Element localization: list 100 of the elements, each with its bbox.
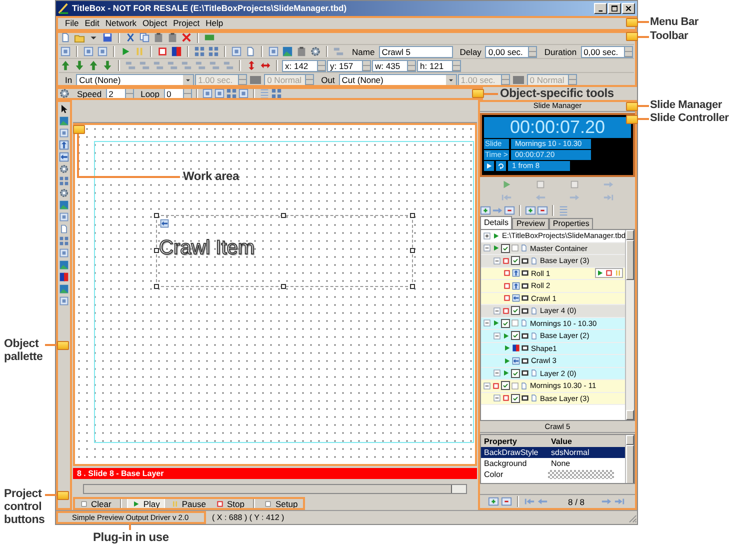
align-icon[interactable] — [223, 60, 234, 72]
square-icon[interactable] — [268, 46, 279, 58]
page-icon[interactable] — [58, 224, 68, 234]
table-row[interactable]: Color — [481, 469, 625, 480]
grid-icon[interactable] — [270, 88, 282, 100]
down-arrow-icon[interactable] — [74, 60, 85, 72]
first-icon[interactable] — [524, 496, 535, 507]
spin-button[interactable] — [407, 60, 416, 72]
spin-button[interactable] — [124, 88, 134, 100]
maximize-button[interactable] — [608, 2, 621, 14]
stop-icon[interactable] — [605, 269, 613, 278]
spin-button[interactable] — [528, 46, 538, 58]
copy-icon[interactable] — [139, 32, 150, 44]
checkbox[interactable] — [511, 394, 520, 403]
remove-icon[interactable] — [504, 205, 515, 216]
settings-icon[interactable] — [59, 88, 70, 100]
square-icon[interactable] — [60, 46, 71, 58]
crawl-icon[interactable] — [58, 152, 68, 162]
grid-icon[interactable] — [226, 88, 237, 100]
scrollbar[interactable] — [625, 230, 634, 420]
stop-icon[interactable] — [503, 294, 511, 302]
tab[interactable]: Properties — [548, 218, 594, 229]
menu-item[interactable]: File — [62, 18, 82, 28]
play-icon[interactable] — [502, 369, 510, 378]
number-field[interactable]: 0,00 sec. — [580, 46, 624, 58]
table-row[interactable]: BackDrawStyle sdsNormal — [481, 447, 625, 458]
square-icon[interactable] — [58, 212, 68, 222]
number-field[interactable]: h: 121 — [417, 60, 452, 72]
table-row[interactable]: Background None — [481, 458, 625, 469]
stop-icon[interactable] — [502, 394, 510, 402]
settings-icon[interactable] — [310, 46, 321, 58]
clipboard-icon[interactable] — [153, 32, 164, 44]
color-swatch[interactable] — [512, 76, 524, 84]
list-icon[interactable] — [558, 205, 569, 216]
square-icon[interactable] — [58, 248, 68, 258]
grid-icon[interactable] — [58, 236, 68, 246]
play-icon[interactable] — [503, 344, 511, 352]
pause-button[interactable]: Pause — [166, 498, 210, 510]
play-icon[interactable] — [596, 269, 604, 278]
checkbox[interactable] — [511, 256, 520, 266]
tab[interactable]: Details — [480, 216, 512, 229]
expand-icon[interactable] — [483, 232, 491, 240]
spin-button[interactable] — [500, 74, 510, 86]
image-icon[interactable] — [58, 284, 68, 294]
align-icon[interactable] — [333, 46, 344, 58]
settings-icon[interactable] — [58, 164, 68, 174]
square-icon[interactable] — [238, 88, 249, 100]
menu-item[interactable]: Project — [170, 18, 203, 28]
image-icon[interactable] — [58, 260, 68, 270]
shape-icon[interactable] — [171, 46, 182, 58]
collapse-icon[interactable] — [493, 332, 501, 340]
collapse-icon[interactable] — [493, 369, 501, 378]
collapse-icon[interactable] — [493, 256, 501, 265]
menu-item[interactable]: Object — [140, 18, 170, 28]
spin-button[interactable] — [305, 74, 314, 86]
text-field[interactable]: Crawl 5 — [378, 46, 453, 58]
clipboard-icon[interactable] — [167, 32, 178, 44]
align-icon[interactable] — [209, 60, 220, 72]
scrollbar[interactable] — [625, 435, 634, 483]
collapse-icon[interactable] — [493, 394, 501, 402]
clipboard-icon[interactable] — [296, 46, 307, 58]
collapse-icon[interactable] — [483, 244, 491, 252]
square-icon[interactable] — [58, 128, 68, 138]
collapse-icon[interactable] — [483, 382, 491, 390]
page-icon[interactable] — [245, 46, 256, 58]
play-icon[interactable] — [503, 356, 511, 365]
grid-icon[interactable] — [194, 46, 205, 58]
stop-icon[interactable] — [502, 306, 510, 315]
checkbox[interactable] — [501, 318, 510, 328]
up-arrow-icon[interactable] — [88, 60, 99, 72]
square-icon[interactable] — [202, 88, 213, 100]
image-icon[interactable] — [58, 200, 68, 210]
up-arrow-icon[interactable] — [60, 60, 71, 72]
stop-icon[interactable] — [503, 282, 511, 290]
remove-icon[interactable] — [501, 496, 512, 507]
close-button[interactable] — [622, 2, 635, 14]
number-field[interactable]: 0 — [164, 88, 183, 100]
number-field[interactable]: 2 — [106, 88, 125, 100]
shape-icon[interactable] — [58, 272, 68, 282]
settings-icon[interactable] — [58, 188, 68, 198]
play-icon[interactable] — [502, 332, 510, 340]
menu-item[interactable]: Edit — [82, 18, 102, 28]
page-icon[interactable] — [60, 32, 71, 44]
color-swatch[interactable] — [250, 76, 262, 84]
checkbox[interactable] — [501, 244, 510, 253]
collapse-icon[interactable] — [493, 306, 501, 315]
square-icon[interactable] — [231, 46, 242, 58]
align-icon[interactable] — [139, 60, 150, 72]
square-icon[interactable] — [568, 179, 580, 190]
collapse-icon[interactable] — [483, 319, 491, 328]
square-icon[interactable] — [214, 88, 225, 100]
square-icon[interactable] — [535, 179, 546, 190]
roll-icon[interactable] — [58, 140, 68, 150]
pointer-icon[interactable] — [58, 104, 68, 114]
scrollbar[interactable] — [83, 484, 467, 494]
scissors-icon[interactable] — [125, 32, 136, 44]
number-field[interactable]: x: 142 — [282, 60, 317, 72]
add-icon[interactable] — [525, 205, 536, 216]
play-button[interactable] — [484, 161, 494, 171]
list-icon[interactable] — [258, 88, 270, 100]
